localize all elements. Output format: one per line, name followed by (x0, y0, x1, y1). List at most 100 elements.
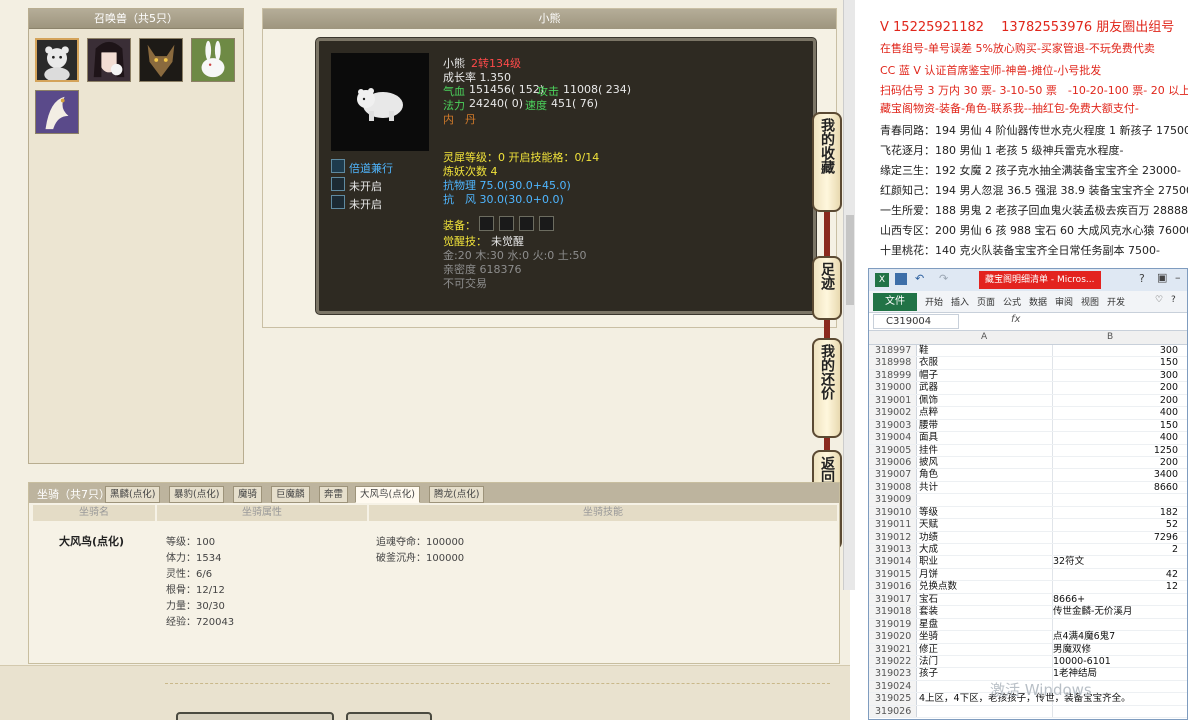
cell-a[interactable]: 面具 (919, 432, 1053, 444)
footer-button[interactable] (346, 712, 432, 720)
expand-ribbon-icon[interactable]: ♡ (1155, 295, 1163, 305)
row-number[interactable]: 319016 (869, 581, 917, 593)
row-number[interactable]: 319004 (869, 432, 917, 444)
ribbon-options-icon[interactable]: ? (1171, 295, 1176, 305)
mount-tab[interactable]: 黑麟(点化) (105, 486, 161, 503)
empty-skill-slot-icon[interactable] (331, 195, 345, 209)
sheet-row[interactable]: 319026 (869, 705, 1187, 719)
sheet-row[interactable]: 319009 (869, 494, 1187, 507)
pet-avatar-phoenix[interactable] (35, 90, 79, 134)
row-number[interactable]: 319005 (869, 444, 917, 456)
mount-tab[interactable]: 魔骑 (233, 486, 263, 503)
row-number[interactable]: 319015 (869, 568, 917, 581)
sheet-row[interactable]: 319001 佩饰 200 (869, 394, 1187, 408)
ribbon-tab[interactable]: 开发 (1107, 295, 1125, 308)
sheet-row[interactable]: 319002 点粹 400 (869, 407, 1187, 420)
cell-a[interactable]: 套装 (919, 606, 1053, 618)
row-number[interactable]: 318997 (869, 345, 917, 357)
ribbon-tab[interactable]: 公式 (1003, 295, 1021, 308)
sheet-row[interactable]: 319018 套装 传世金麟-无价溪月 (869, 606, 1187, 619)
sheet-row[interactable]: 319008 共计 8660 (869, 481, 1187, 495)
mount-tab[interactable]: 暴豹(点化) (169, 486, 225, 503)
cell-b[interactable]: 300 (1053, 370, 1178, 381)
sheet-row[interactable]: 319012 功绩 7296 (869, 531, 1187, 544)
cell-b[interactable]: 182 (1053, 507, 1178, 518)
cell-a[interactable]: 月饼 (919, 568, 1053, 581)
skill-icon[interactable] (331, 159, 345, 173)
cell-a[interactable]: 大成 (919, 544, 1053, 556)
sheet-row[interactable]: 319017 宝石 8666+ (869, 593, 1187, 607)
cell-b[interactable]: 8660 (1053, 482, 1178, 493)
cell-a[interactable]: 衣服 (919, 357, 1053, 369)
cell-b[interactable]: 300 (1053, 345, 1178, 356)
row-number[interactable]: 318998 (869, 357, 917, 369)
cell-a[interactable] (919, 705, 1053, 718)
equip-slot-icon[interactable] (539, 216, 554, 231)
cell-a[interactable]: 兑换点数 (919, 581, 1053, 593)
row-number[interactable]: 319025 (869, 693, 917, 705)
sheet-grid[interactable]: 318997 鞋 300 318998 衣服 150 318999 帽子 300 319000 武器… (869, 345, 1187, 719)
col-header-b[interactable]: B (1107, 332, 1113, 342)
equip-slot-icon[interactable] (499, 216, 514, 231)
cell-b[interactable]: 150 (1053, 357, 1178, 368)
cell-a[interactable]: 披风 (919, 456, 1053, 469)
row-number[interactable]: 319018 (869, 606, 917, 618)
cell-b[interactable]: 32符文 (1053, 556, 1178, 567)
row-number[interactable]: 319008 (869, 481, 917, 494)
sheet-row[interactable]: 319021 修正 男魔双修 (869, 643, 1187, 656)
sheet-row[interactable]: 319016 兑换点数 12 (869, 581, 1187, 594)
help-icon[interactable]: ? (1139, 272, 1145, 285)
row-number[interactable]: 319001 (869, 394, 917, 407)
row-number[interactable]: 319019 (869, 618, 917, 631)
cell-b[interactable]: 10000-6101 (1053, 656, 1178, 667)
undo-icon[interactable]: ↶ (915, 272, 924, 285)
ribbon-tab[interactable]: 开始 (925, 295, 943, 308)
footprint-tab[interactable]: 足迹 (812, 256, 842, 320)
sheet-row[interactable]: 319014 职业 32符文 (869, 556, 1187, 569)
cell-a[interactable]: 武器 (919, 382, 1053, 394)
cell-a[interactable]: 点粹 (919, 407, 1053, 419)
cell-a[interactable]: 鞋 (919, 345, 1053, 357)
cell-a[interactable]: 帽子 (919, 369, 1053, 382)
pet-avatar-wolf[interactable] (139, 38, 183, 82)
cell-b[interactable]: 150 (1053, 420, 1178, 431)
cell-b[interactable]: 400 (1053, 407, 1178, 418)
row-number[interactable]: 319022 (869, 655, 917, 668)
sheet-row[interactable]: 319015 月饼 42 (869, 568, 1187, 582)
cell-b[interactable]: 点4满4魔6鬼7 (1053, 631, 1178, 642)
row-number[interactable]: 319011 (869, 519, 917, 531)
sheet-row[interactable]: 319013 大成 2 (869, 544, 1187, 557)
save-icon[interactable] (895, 273, 907, 285)
row-number[interactable]: 319021 (869, 643, 917, 655)
cell-a[interactable]: 腰带 (919, 419, 1053, 432)
ribbon-tab[interactable]: 插入 (951, 295, 969, 308)
scrollbar-thumb[interactable] (846, 215, 854, 305)
empty-skill-slot-icon[interactable] (331, 177, 345, 191)
cell-b[interactable]: 42 (1053, 569, 1178, 580)
row-number[interactable]: 319002 (869, 407, 917, 419)
sheet-row[interactable]: 319010 等级 182 (869, 506, 1187, 520)
sheet-row[interactable]: 319006 披风 200 (869, 456, 1187, 470)
pet-avatar-rabbit[interactable] (191, 38, 235, 82)
sheet-row[interactable]: 318999 帽子 300 (869, 369, 1187, 383)
cell-b[interactable]: 8666+ (1053, 594, 1178, 605)
cell-b[interactable]: 200 (1053, 395, 1178, 406)
file-tab[interactable]: 文件 (873, 293, 917, 311)
cell-a[interactable]: 共计 (919, 481, 1053, 494)
cell-a[interactable]: 法门 (919, 655, 1053, 668)
sheet-row[interactable]: 319005 挂件 1250 (869, 444, 1187, 457)
ribbon-tab[interactable]: 视图 (1081, 295, 1099, 308)
mount-tab-active[interactable]: 大风鸟(点化) (355, 486, 420, 503)
cell-b[interactable]: 传世金麟-无价溪月 (1053, 606, 1178, 617)
cell-b[interactable]: 3400 (1053, 469, 1178, 480)
row-number[interactable]: 319013 (869, 544, 917, 556)
cell-a[interactable]: 坐骑 (919, 631, 1053, 643)
cell-b[interactable]: 2 (1053, 544, 1178, 555)
row-number[interactable]: 318999 (869, 369, 917, 382)
row-number[interactable]: 319017 (869, 593, 917, 606)
cell-a[interactable] (919, 494, 1053, 506)
row-number[interactable]: 319007 (869, 469, 917, 481)
redo-icon[interactable]: ↷ (939, 272, 948, 285)
mount-tab[interactable]: 奔雷 (319, 486, 349, 503)
cell-b[interactable]: 男魔双修 (1053, 644, 1178, 655)
